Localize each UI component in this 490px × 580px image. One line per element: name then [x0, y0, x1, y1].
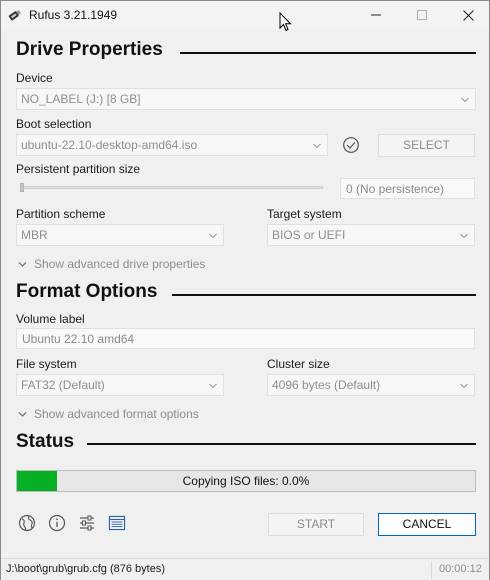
settings-icon[interactable] — [78, 514, 96, 532]
partition-scheme-dropdown[interactable]: MBR — [16, 224, 224, 246]
minimize-icon — [371, 14, 381, 16]
chevron-down-icon — [461, 97, 469, 103]
device-label: Device — [16, 71, 53, 85]
volume-label-value: Ubuntu 22.10 amd64 — [22, 332, 135, 346]
status-message: J:\boot\grub\grub.cfg (876 bytes) — [6, 563, 165, 575]
drive-properties-heading: Drive Properties — [16, 39, 163, 60]
chevron-down-icon — [18, 261, 27, 267]
close-icon — [462, 9, 474, 21]
chevron-down-icon — [209, 383, 217, 389]
usb-drive-icon — [8, 9, 22, 21]
persistent-size-slider[interactable] — [20, 186, 323, 189]
chevron-down-icon — [209, 233, 217, 239]
rufus-window: Rufus 3.21.1949 Drive Properties Device … — [0, 0, 490, 580]
status-separator — [431, 561, 432, 579]
cluster-size-label: Cluster size — [267, 357, 330, 371]
info-icon[interactable] — [48, 514, 66, 532]
target-system-label: Target system — [267, 207, 342, 221]
maximize-icon — [417, 10, 427, 20]
minimize-button[interactable] — [353, 1, 399, 29]
file-system-dropdown[interactable]: FAT32 (Default) — [16, 374, 224, 396]
boot-selection-label: Boot selection — [16, 117, 92, 131]
status-bar: J:\boot\grub\grub.cfg (876 bytes) 00:00:… — [1, 558, 489, 580]
cluster-size-value: 4096 bytes (Default) — [272, 378, 381, 392]
persistent-size-field[interactable]: 0 (No persistence) — [340, 178, 475, 199]
partition-scheme-value: MBR — [21, 228, 48, 242]
maximize-button[interactable] — [399, 1, 445, 29]
format-options-heading: Format Options — [16, 281, 158, 302]
globe-icon[interactable] — [18, 514, 36, 532]
partition-scheme-label: Partition scheme — [16, 207, 106, 221]
elapsed-timer: 00:00:12 — [439, 563, 482, 575]
close-button[interactable] — [445, 1, 490, 29]
volume-label-field[interactable]: Ubuntu 22.10 amd64 — [16, 328, 475, 349]
target-system-dropdown[interactable]: BIOS or UEFI — [267, 224, 475, 246]
device-value: NO_LABEL (J:) [8 GB] — [21, 92, 141, 106]
chevron-down-icon — [460, 383, 468, 389]
volume-label-label: Volume label — [16, 312, 85, 326]
file-system-label: File system — [16, 357, 77, 371]
advanced-format-toggle[interactable]: Show advanced format options — [18, 407, 199, 421]
chevron-down-icon — [18, 411, 27, 417]
persistent-partition-label: Persistent partition size — [16, 162, 141, 176]
file-system-value: FAT32 (Default) — [21, 378, 105, 392]
section-divider — [172, 294, 476, 296]
cancel-button[interactable]: CANCEL — [378, 513, 476, 536]
chevron-down-icon — [460, 233, 468, 239]
target-system-value: BIOS or UEFI — [272, 228, 346, 242]
progress-text: Copying ISO files: 0.0% — [182, 474, 310, 488]
device-dropdown[interactable]: NO_LABEL (J:) [8 GB] — [16, 88, 476, 110]
progress-bar: Copying ISO files: 0.0% — [16, 470, 476, 492]
window-title: Rufus 3.21.1949 — [29, 8, 118, 22]
section-divider — [180, 52, 476, 54]
cluster-size-dropdown[interactable]: 4096 bytes (Default) — [267, 374, 475, 396]
chevron-down-icon — [313, 143, 321, 149]
check-hash-icon[interactable] — [342, 136, 360, 154]
select-button[interactable]: SELECT — [378, 134, 475, 157]
advanced-drive-label: Show advanced drive properties — [34, 257, 206, 271]
log-icon[interactable] — [108, 514, 126, 532]
advanced-drive-toggle[interactable]: Show advanced drive properties — [18, 257, 205, 271]
title-bar[interactable]: Rufus 3.21.1949 — [1, 1, 489, 29]
status-heading: Status — [16, 431, 75, 452]
persistent-size-slider-thumb[interactable] — [20, 183, 24, 192]
mouse-cursor-icon — [279, 12, 292, 32]
start-button[interactable]: START — [268, 513, 364, 536]
advanced-format-label: Show advanced format options — [34, 407, 199, 421]
section-divider — [87, 443, 476, 445]
persistent-size-value: 0 (No persistence) — [346, 182, 445, 196]
boot-selection-value: ubuntu-22.10-desktop-amd64.iso — [21, 138, 198, 152]
boot-selection-dropdown[interactable]: ubuntu-22.10-desktop-amd64.iso — [16, 134, 328, 156]
